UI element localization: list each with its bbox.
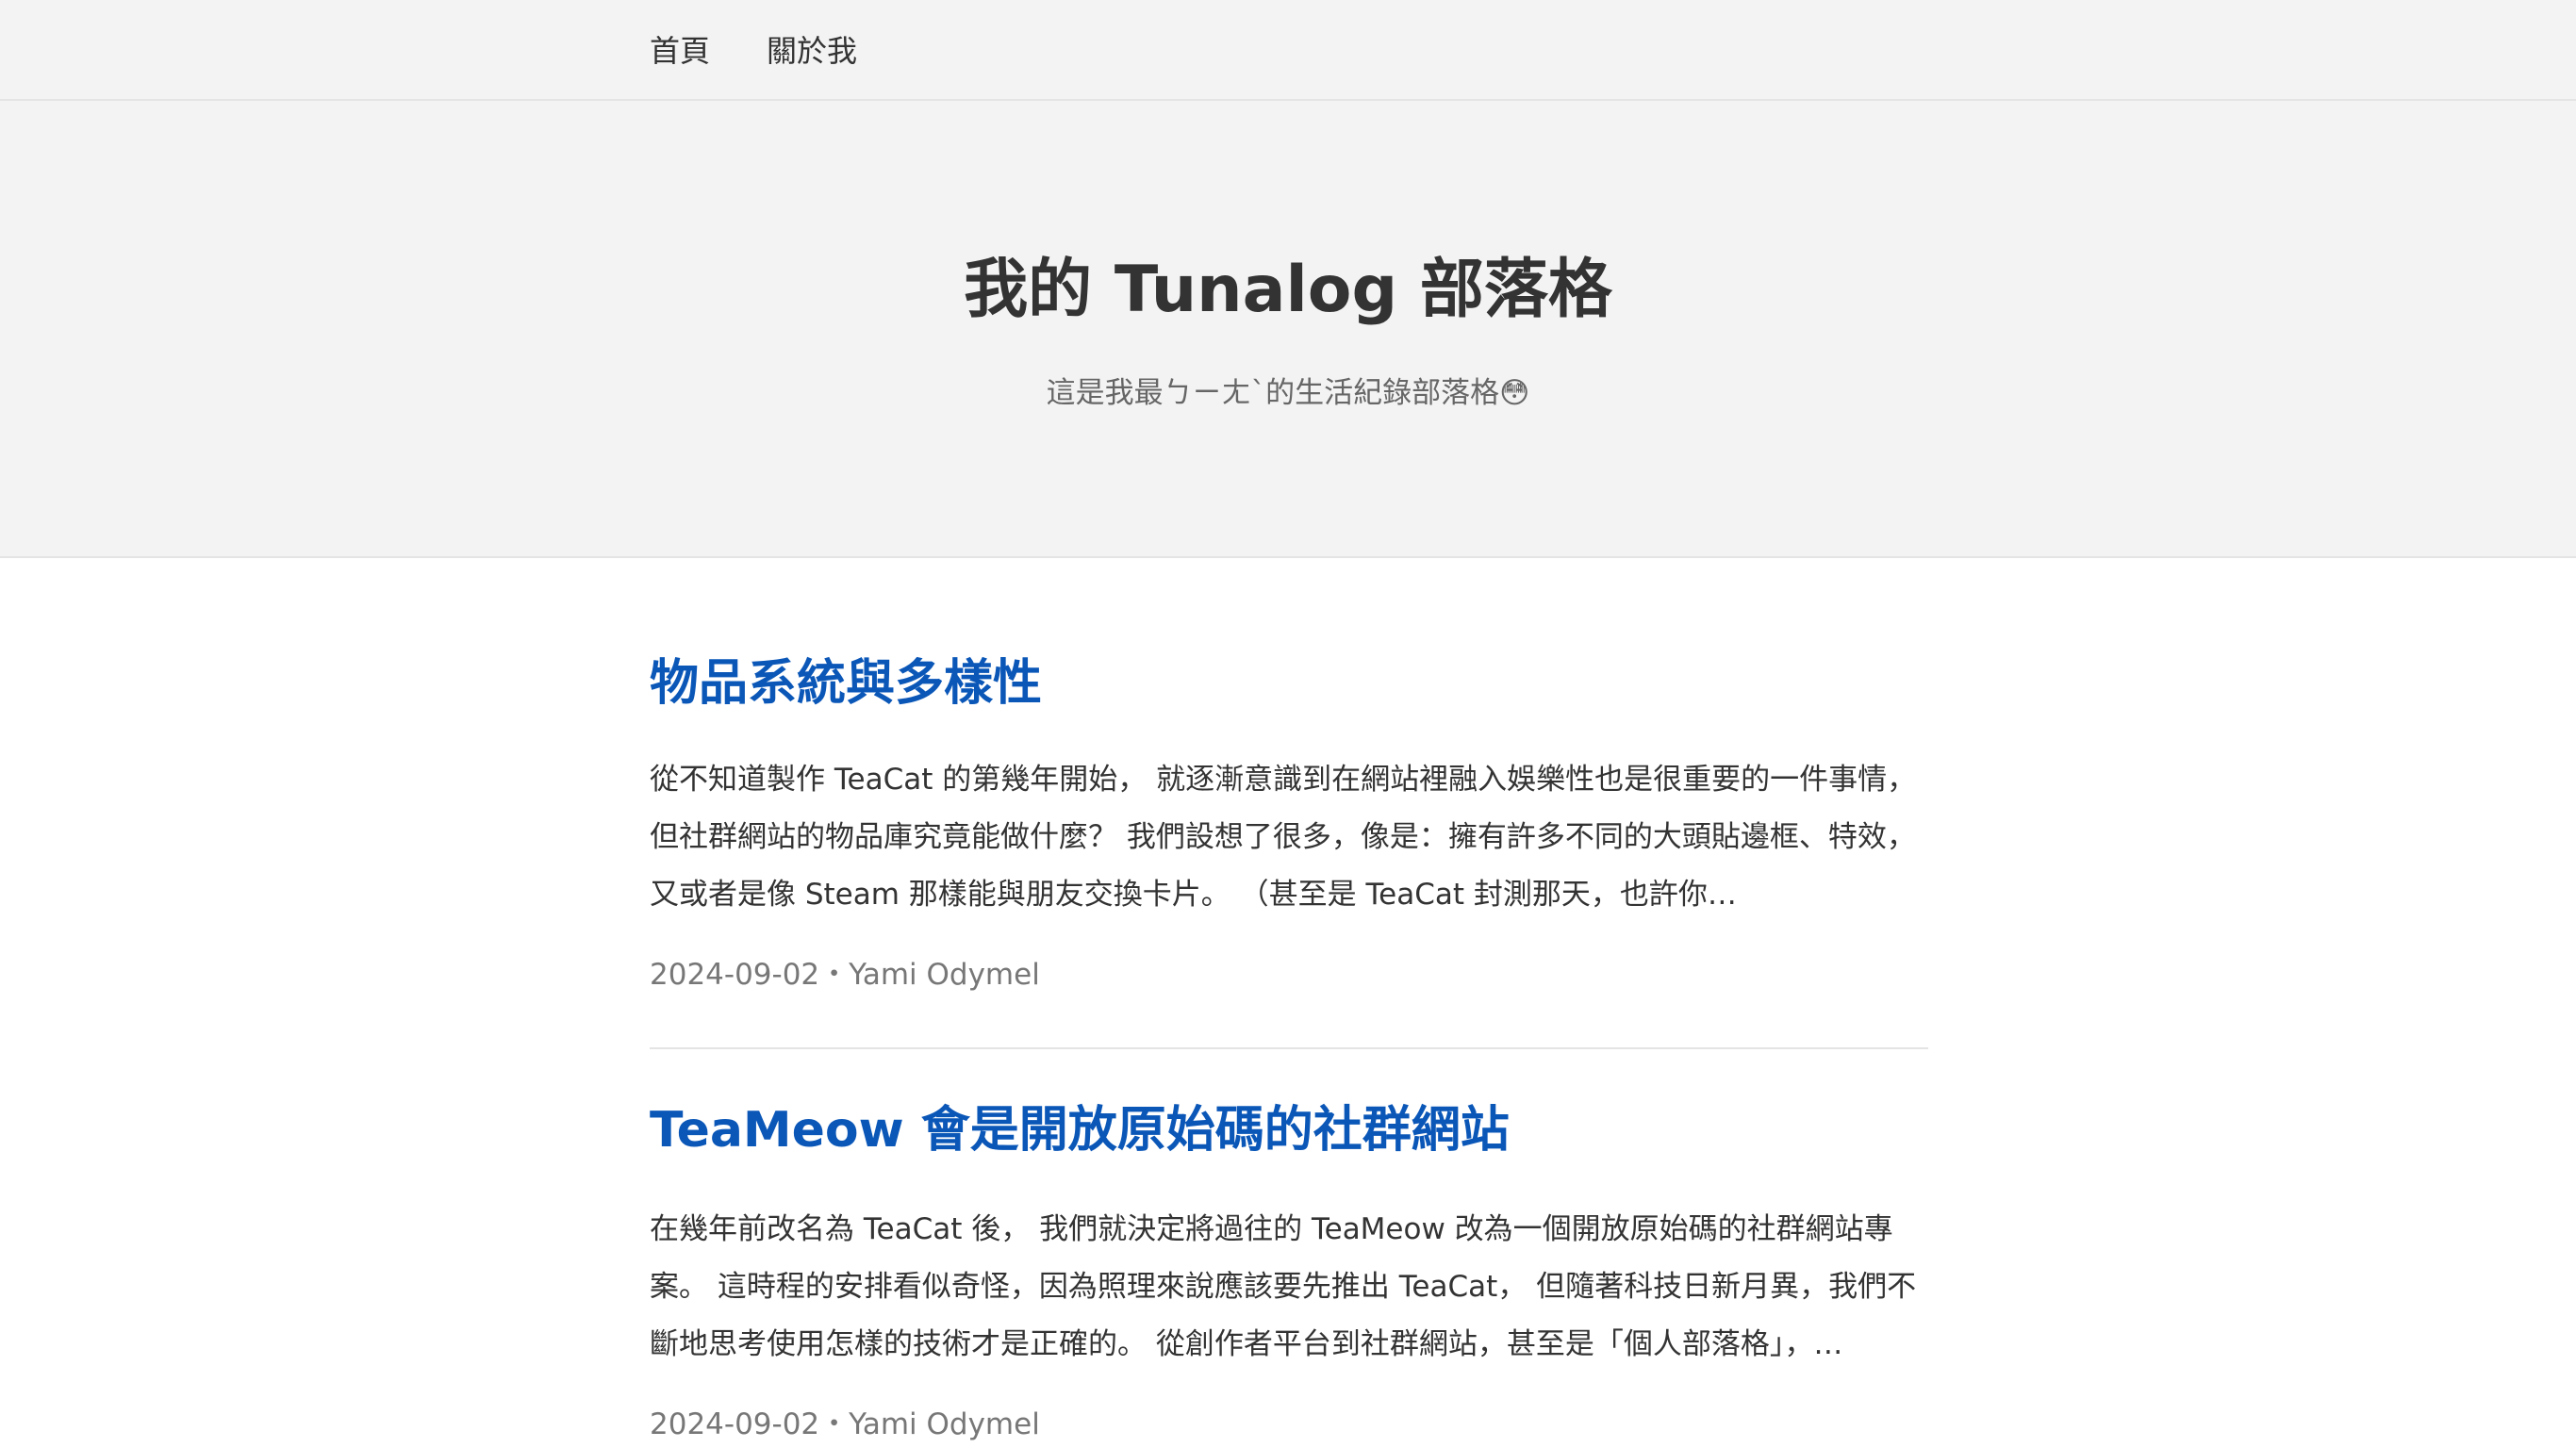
post-meta: 2024-09-02・Yami Odymel <box>650 958 1040 993</box>
post-author: Yami Odymel <box>849 1407 1040 1441</box>
top-nav-links: 首頁 關於我 <box>650 0 857 101</box>
post-item: 物品系統與多樣性 從不知道製作 TeaCat 的第幾年開始， 就逐漸意識到在網站… <box>650 558 1928 1049</box>
post-excerpt: 在幾年前改名為 TeaCat 後， 我們就決定將過往的 TeaMeow 改為一個… <box>650 1212 1917 1361</box>
top-nav: 首頁 關於我 <box>0 0 2576 101</box>
meta-separator: ・ <box>819 958 850 992</box>
blog-title: 我的 Tunalog 部落格 <box>964 253 1612 327</box>
post-date: 2024-09-02 <box>650 1407 820 1441</box>
post-meta: 2024-09-02・Yami Odymel <box>650 1407 1040 1442</box>
blog-subtitle-text: 這是我最ㄅㄧㄤˋ的生活紀錄部落格 <box>1046 376 1500 410</box>
blog-header: 我的 Tunalog 部落格 這是我最ㄅㄧㄤˋ的生活紀錄部落格😳 <box>0 101 2576 558</box>
post-date: 2024-09-02 <box>650 958 820 992</box>
post-title-link[interactable]: TeaMeow 會是開放原始碼的社群網站 <box>650 1101 1510 1160</box>
post-item: TeaMeow 會是開放原始碼的社群網站 在幾年前改名為 TeaCat 後， 我… <box>650 1049 1928 1448</box>
nav-link-home[interactable]: 首頁 <box>650 36 710 66</box>
post-title-link[interactable]: 物品系統與多樣性 <box>650 654 1042 713</box>
flushed-face-icon: 😳 <box>1499 376 1530 410</box>
post-excerpt: 從不知道製作 TeaCat 的第幾年開始， 就逐漸意識到在網站裡融入娛樂性也是很… <box>650 763 1917 912</box>
post-author: Yami Odymel <box>849 958 1040 992</box>
meta-separator: ・ <box>819 1407 850 1441</box>
nav-link-about[interactable]: 關於我 <box>767 36 857 66</box>
blog-page: 首頁 關於我 我的 Tunalog 部落格 這是我最ㄅㄧㄤˋ的生活紀錄部落格😳 … <box>0 0 2576 1448</box>
blog-subtitle: 這是我最ㄅㄧㄤˋ的生活紀錄部落格😳 <box>0 374 2576 412</box>
